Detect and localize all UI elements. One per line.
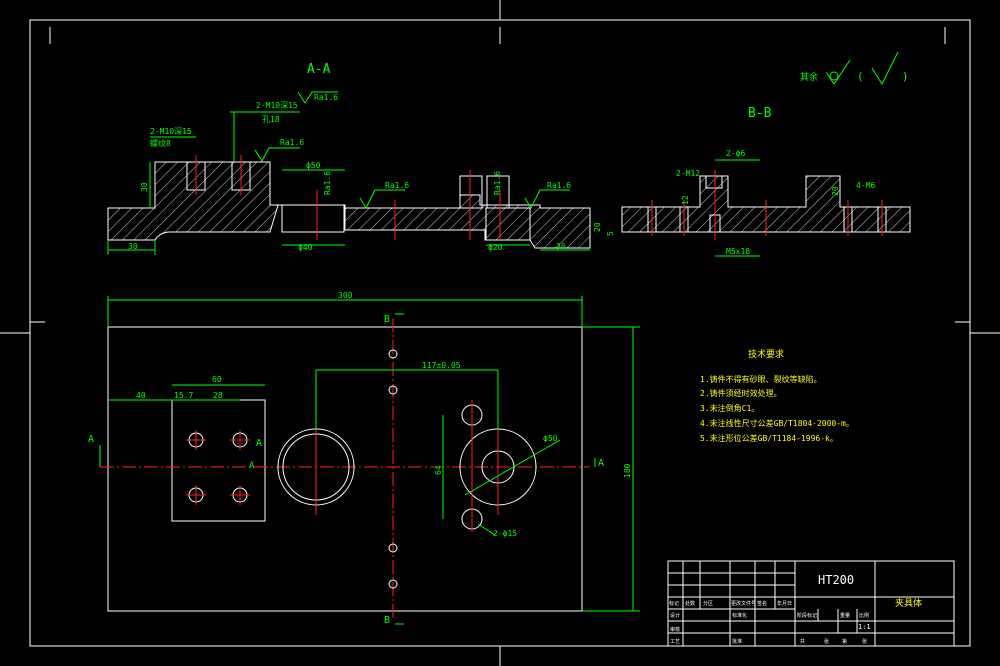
dim-plan-phi50: ϕ50	[543, 434, 558, 443]
dim-bb-h12: 12	[681, 195, 690, 205]
tb-row1-4: 签名	[757, 600, 767, 607]
dim-aa-phi50: ϕ50	[306, 161, 321, 170]
section-a-a: A-A 30 30 30 ϕ50 ϕ40 ϕ20 2-M10深15 螺纹8 2-…	[107, 62, 591, 255]
tech-req-item-1: 1.铸件不得有砂眼、裂纹等缺陷。	[700, 374, 822, 384]
roughness-aa-2: Ra1.6	[280, 138, 304, 147]
tb-row2-3: 重量	[840, 612, 850, 619]
surface-paren-open: (	[857, 70, 864, 83]
surface-finish-symbol: 其余 ( )	[800, 51, 909, 86]
dim-bb-h20a: 20	[593, 222, 602, 232]
dim-plan-60: 60	[212, 375, 222, 384]
tb-row3-2: 批准	[732, 638, 742, 645]
dim-aa-thread1: 2-M10深15	[150, 127, 192, 136]
tb-row1-3: 更改文件号	[731, 600, 756, 607]
tb-row1-0: 标记	[669, 600, 679, 607]
roughness-aa-5: Ra1.6	[493, 171, 502, 195]
tech-req-item-4: 4.未注线性尺寸公差GB/T1804-2000-m。	[700, 418, 854, 428]
marker-b-bottom: B	[384, 615, 390, 626]
marker-a-right: A	[598, 458, 604, 469]
roughness-aa-4: Ra1.6	[385, 181, 409, 190]
tb-row3-3: 共	[800, 638, 805, 645]
dim-plan-300: 300	[338, 291, 353, 300]
tech-req-item-5: 5.未注形位公差GB/T1184-1996-k。	[700, 433, 838, 443]
dim-plan-phi15: 2-ϕ15	[493, 529, 517, 538]
roughness-aa-6: Ra1.6	[547, 181, 571, 190]
plan-view: 300 40 60 15.7 28 117±0.05 64 180 ϕ50 2-…	[88, 291, 640, 626]
dim-plan-180: 180	[623, 463, 632, 478]
dim-bb-m5x18: M5x18	[726, 247, 750, 256]
dim-bb-h5: 5	[606, 231, 615, 236]
marker-a-inner: A	[256, 438, 262, 449]
tb-row1-2: 分区	[703, 600, 713, 607]
title-scale: 1:1	[858, 623, 871, 631]
dim-plan-117: 117±0.05	[422, 361, 461, 370]
dim-aa-thread2: 2-M10深15	[256, 101, 298, 110]
title-part-name: 夹具体	[895, 597, 922, 609]
section-aa-title: A-A	[307, 62, 331, 77]
dim-plan-28: 28	[213, 391, 223, 400]
dim-aa-thread2b: 孔18	[262, 115, 280, 124]
marker-a-left: A	[88, 434, 94, 445]
dim-bb-m12: 2-M12	[676, 169, 700, 178]
title-block: HT200 夹具体 1:1 标记 处数 分区 更改文件号 签名 年月日 设计 标…	[667, 560, 955, 647]
marker-b-top: B	[384, 314, 390, 325]
section-bb-title: B-B	[748, 106, 772, 121]
tb-row3-1: 工艺	[670, 639, 680, 645]
dim-aa-right-30: 30	[556, 242, 566, 251]
tb-row2-1: 标准化	[732, 612, 747, 619]
dim-aa-h30: 30	[140, 182, 149, 192]
sheet-border	[0, 0, 1000, 666]
dim-plan-157: 15.7	[174, 391, 193, 400]
dim-bb-phi6: 2-ϕ6	[726, 149, 745, 158]
technical-requirements: 技术要求 1.铸件不得有砂眼、裂纹等缺陷。 2.铸件须经时效处理。 3.未注倒角…	[700, 348, 854, 443]
tech-req-item-3: 3.未注倒角C1。	[700, 403, 759, 413]
tb-row1-5: 年月日	[777, 600, 792, 607]
title-material: HT200	[818, 573, 854, 587]
tb-row3-4: 张	[824, 638, 829, 645]
dim-aa-left-30: 30	[128, 242, 138, 251]
dim-bb-h20b: 20	[831, 186, 840, 196]
cad-drawing-sheet: A-A 30 30 30 ϕ50 ϕ40 ϕ20 2-M10深15 螺纹8 2-…	[0, 0, 1000, 666]
surface-paren-close: )	[902, 70, 909, 83]
tb-row2-0: 设计	[670, 612, 680, 619]
surface-label: 其余	[800, 71, 818, 83]
dim-aa-thread1b: 螺纹8	[150, 138, 171, 148]
dim-plan-40: 40	[136, 391, 146, 400]
dim-plan-64: 64	[434, 465, 443, 475]
tb-row3-0: 审核	[670, 626, 680, 633]
tb-row2-4: 比例	[859, 612, 869, 619]
tb-row3-5: 第	[842, 638, 847, 645]
dim-aa-phi40: ϕ40	[298, 243, 313, 252]
dim-bb-m6: 4-M6	[856, 181, 875, 190]
roughness-aa-3: Ra1.6	[323, 171, 332, 195]
tech-req-item-2: 2.铸件须经时效处理。	[700, 388, 782, 398]
section-b-b: B-B 2-M12 2-ϕ6 12 20 5 20 4-M6 M5x18	[593, 106, 911, 257]
dim-aa-phi20: ϕ20	[488, 243, 503, 252]
marker-a-mid: A	[249, 461, 255, 471]
tb-row2-2: 阶段标记	[797, 612, 817, 619]
roughness-aa-1: Ra1.6	[314, 93, 338, 102]
tb-row1-1: 处数	[685, 600, 695, 607]
tech-req-title: 技术要求	[748, 348, 784, 360]
tb-row3-6: 张	[862, 638, 867, 645]
